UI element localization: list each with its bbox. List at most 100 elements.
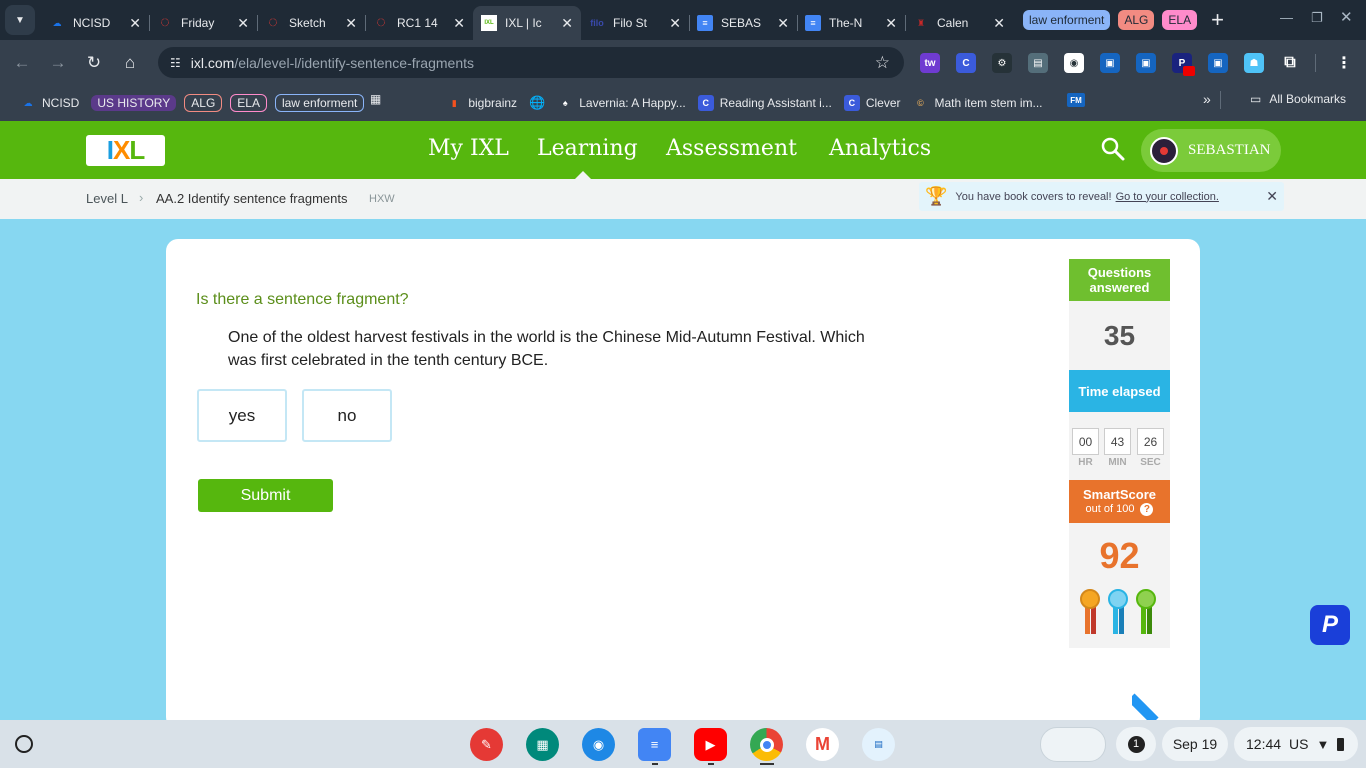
- bookmark-group-2[interactable]: ALG: [184, 94, 223, 112]
- status-tray[interactable]: 12:44 US ▼: [1234, 727, 1358, 761]
- submit-button[interactable]: Submit: [198, 479, 333, 512]
- close-tab-icon[interactable]: ✕: [345, 15, 357, 32]
- holding-space-thumbnails[interactable]: [1040, 727, 1106, 762]
- close-tab-icon[interactable]: ✕: [993, 15, 1005, 32]
- docs-icon: ≡: [805, 15, 821, 31]
- new-tab-plus-icon[interactable]: +: [1211, 7, 1224, 33]
- sec-label: SEC: [1140, 457, 1161, 468]
- close-tab-icon[interactable]: ✕: [777, 15, 789, 32]
- help-icon[interactable]: ?: [1140, 502, 1154, 516]
- tab-3[interactable]: ◌ RC1 14 ✕: [365, 6, 473, 40]
- reload-icon[interactable]: ↻: [76, 45, 112, 81]
- forward-arrow-icon[interactable]: →: [40, 45, 76, 81]
- globe-bookmark-icon[interactable]: 🌐: [529, 95, 545, 111]
- tab-0[interactable]: ☁ NCISD ✕: [41, 6, 149, 40]
- extension-lock-icon[interactable]: ▣: [1100, 53, 1120, 73]
- hr-label: HR: [1078, 457, 1093, 468]
- answer-yes-button[interactable]: yes: [197, 389, 287, 442]
- address-bar[interactable]: ☷ ixl.com/ela/level-l/identify-sentence-…: [158, 47, 904, 78]
- classroom-app-icon[interactable]: ▦: [526, 728, 559, 761]
- site-info-icon[interactable]: ☷: [170, 56, 181, 70]
- launcher-icon[interactable]: [15, 735, 33, 753]
- docs-app-icon[interactable]: ≡: [638, 728, 671, 761]
- bookmark-5[interactable]: ▮ bigbrainz: [446, 95, 517, 111]
- canvas-app-icon[interactable]: ✎: [470, 728, 503, 761]
- search-icon[interactable]: [1100, 136, 1126, 165]
- extension-lock-2-icon[interactable]: ▣: [1136, 53, 1156, 73]
- close-tab-icon[interactable]: ✕: [129, 15, 141, 32]
- answer-no-button[interactable]: no: [302, 389, 392, 442]
- close-tab-icon[interactable]: ✕: [237, 15, 249, 32]
- extension-stack-icon[interactable]: ▤: [1028, 53, 1048, 73]
- camera-app-icon[interactable]: ◉: [582, 728, 615, 761]
- extension-person-icon[interactable]: ☗: [1244, 53, 1264, 73]
- nav-analytics[interactable]: Analytics: [829, 136, 931, 161]
- extension-puzzle-icon[interactable]: tw: [920, 53, 940, 73]
- close-tab-icon[interactable]: ✕: [453, 15, 465, 32]
- tab-group-0[interactable]: law enforment: [1023, 10, 1111, 30]
- toolbar-divider: [1315, 54, 1316, 72]
- breadcrumb: Level L › AA.2 Identify sentence fragmen…: [0, 179, 1366, 219]
- bookmark-0[interactable]: ☁ NCISD: [20, 95, 80, 111]
- restore-icon[interactable]: ❐: [1311, 10, 1323, 26]
- bookmark-group-1[interactable]: US HISTORY: [91, 95, 177, 111]
- date-button[interactable]: Sep 19: [1162, 727, 1228, 761]
- nav-my-ixl[interactable]: My IXL: [428, 136, 509, 161]
- bookmark-star-icon[interactable]: ☆: [875, 53, 890, 73]
- user-menu[interactable]: SEBASTIAN: [1141, 129, 1281, 172]
- tab-8[interactable]: ♜ Calen ✕: [905, 6, 1013, 40]
- apps-grid-icon[interactable]: ▦: [370, 92, 384, 106]
- tab-6[interactable]: ≡ SEBAS ✕: [689, 6, 797, 40]
- docs-icon: ≡: [697, 15, 713, 31]
- minimize-icon[interactable]: —: [1280, 10, 1293, 25]
- youtube-app-icon[interactable]: ▶: [694, 728, 727, 761]
- extension-lock-3-icon[interactable]: ▣: [1208, 53, 1228, 73]
- tab-5[interactable]: filo Filo St ✕: [581, 6, 689, 40]
- web-app-icon[interactable]: ▤: [862, 728, 895, 761]
- tab-2[interactable]: ◌ Sketch ✕: [257, 6, 365, 40]
- close-notice-icon[interactable]: ✕: [1266, 188, 1278, 205]
- bookmark-8[interactable]: C Clever: [843, 95, 901, 111]
- clever-extension-icon[interactable]: C: [956, 53, 976, 73]
- notification-badge: 1: [1127, 735, 1145, 753]
- pencil-icon[interactable]: [1132, 690, 1172, 720]
- timer-minutes: 43: [1104, 428, 1131, 455]
- nav-learning[interactable]: Learning: [537, 136, 638, 161]
- tab-title: The-N: [829, 16, 863, 30]
- all-bookmarks-button[interactable]: ▭ All Bookmarks: [1250, 92, 1346, 106]
- close-tab-icon[interactable]: ✕: [885, 15, 897, 32]
- extensions-menu-icon[interactable]: ⧉: [1280, 53, 1300, 73]
- bookmark-7[interactable]: C Reading Assistant i...: [697, 95, 832, 111]
- ixl-logo[interactable]: IXL: [86, 135, 165, 166]
- tab-4[interactable]: IXL IXL | Ic ✕: [473, 6, 581, 40]
- breadcrumb-level[interactable]: Level L: [86, 191, 128, 206]
- gmail-app-icon[interactable]: M: [806, 728, 839, 761]
- tab-title: IXL | Ic: [505, 16, 542, 30]
- tab-group-2[interactable]: ELA: [1162, 10, 1198, 30]
- extension-robot-icon[interactable]: ⚙: [992, 53, 1012, 73]
- bookmark-label: bigbrainz: [468, 96, 518, 110]
- bookmark-6[interactable]: ♠ Lavernia: A Happy...: [557, 95, 686, 111]
- chrome-menu-icon[interactable]: ⋮: [1334, 53, 1354, 73]
- bookmarks-overflow-icon[interactable]: »: [1203, 91, 1211, 107]
- bookmark-group-3[interactable]: ELA: [230, 94, 267, 112]
- home-icon[interactable]: ⌂: [112, 45, 148, 81]
- back-arrow-icon[interactable]: ←: [4, 45, 40, 81]
- extension-camera-icon[interactable]: ◉: [1064, 53, 1084, 73]
- nav-assessment[interactable]: Assessment: [666, 136, 797, 161]
- fm-bookmark-icon[interactable]: FM: [1067, 93, 1085, 107]
- bookmark-group-4[interactable]: law enforment: [274, 94, 365, 112]
- chrome-app-icon[interactable]: [750, 728, 783, 761]
- p-extension-floating-button[interactable]: P: [1310, 605, 1350, 645]
- tab-1[interactable]: ◌ Friday ✕: [149, 6, 257, 40]
- tab-search-icon[interactable]: ▼: [5, 5, 35, 35]
- close-tab-icon[interactable]: ✕: [561, 15, 573, 32]
- close-window-icon[interactable]: ✕: [1340, 8, 1353, 26]
- notification-count[interactable]: 1: [1116, 727, 1156, 761]
- collection-link[interactable]: Go to your collection.: [1116, 191, 1219, 203]
- tab-group-1[interactable]: ALG: [1118, 10, 1155, 30]
- tab-7[interactable]: ≡ The-N ✕: [797, 6, 905, 40]
- close-tab-icon[interactable]: ✕: [669, 15, 681, 32]
- bookmark-9[interactable]: © Math item stem im...: [913, 95, 1042, 111]
- collection-notice: 🏆 You have book covers to reveal! Go to …: [919, 182, 1284, 211]
